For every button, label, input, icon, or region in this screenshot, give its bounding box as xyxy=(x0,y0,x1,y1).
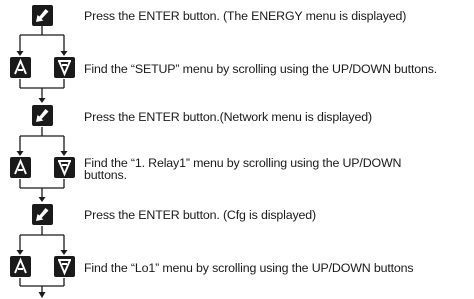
step-5-text: Press the ENTER button. (Cfg is displaye… xyxy=(84,208,316,222)
enter-key-icon xyxy=(36,208,49,221)
enter-button xyxy=(32,5,53,26)
up-button xyxy=(10,256,31,277)
step-3-text: Press the ENTER button.(Network menu is … xyxy=(84,110,372,124)
step-4-text: Find the “1. Relay1” menu by scrolling u… xyxy=(84,156,402,182)
down-button xyxy=(54,57,75,78)
down-button xyxy=(54,256,75,277)
flow-connectors xyxy=(16,26,68,298)
enter-button xyxy=(32,105,53,126)
up-button xyxy=(10,157,31,178)
procedure-flowchart: Press the ENTER button. (The ENERGY menu… xyxy=(0,0,474,299)
enter-button xyxy=(32,204,53,225)
down-button xyxy=(54,157,75,178)
up-arrow-icon xyxy=(14,257,27,274)
down-arrow-icon xyxy=(58,259,71,276)
down-arrow-icon xyxy=(58,160,71,177)
enter-key-icon xyxy=(36,9,49,22)
up-arrow-icon xyxy=(14,158,27,175)
step-2-text: Find the “SETUP” menu by scrolling using… xyxy=(84,62,438,76)
up-arrow-icon xyxy=(14,58,27,75)
up-button xyxy=(10,57,31,78)
step-6-text: Find the “Lo1” menu by scrolling using t… xyxy=(84,261,414,275)
step-1-text: Press the ENTER button. (The ENERGY menu… xyxy=(84,9,407,23)
enter-key-icon xyxy=(36,109,49,122)
down-arrow-icon xyxy=(58,60,71,77)
